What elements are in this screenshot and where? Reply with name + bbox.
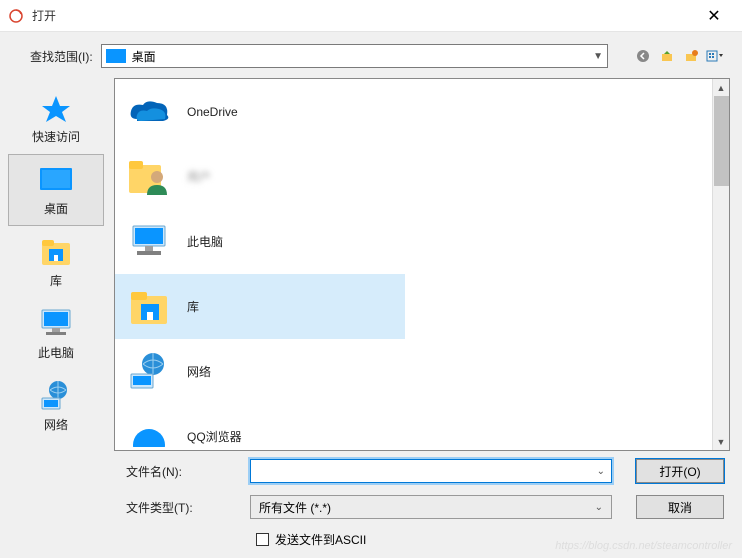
middle-pane: 快速访问 桌面 库 此电脑 网络 — [0, 78, 742, 451]
filename-input[interactable]: ⌄ — [250, 459, 612, 483]
look-in-row: 查找范围(I): 桌面 ▼ — [0, 32, 742, 78]
filename-label: 文件名(N): — [126, 463, 238, 480]
list-item[interactable]: 用户 — [115, 144, 405, 209]
filetype-select[interactable]: 所有文件 (*.*) ⌄ — [250, 495, 612, 519]
qq-browser-icon — [127, 415, 171, 451]
item-label: 用户 — [187, 168, 211, 185]
place-label: 桌面 — [44, 200, 68, 217]
new-folder-icon[interactable] — [682, 47, 700, 65]
place-network[interactable]: 网络 — [8, 370, 104, 442]
app-icon — [8, 8, 24, 24]
place-this-pc[interactable]: 此电脑 — [8, 298, 104, 370]
this-pc-icon — [127, 220, 171, 264]
place-libraries[interactable]: 库 — [8, 226, 104, 298]
cancel-button[interactable]: 取消 — [636, 495, 724, 519]
libraries-icon — [127, 285, 171, 329]
chevron-down-icon: ▼ — [593, 51, 603, 62]
place-quick-access[interactable]: 快速访问 — [8, 82, 104, 154]
places-bar: 快速访问 桌面 库 此电脑 网络 — [0, 78, 112, 451]
close-button[interactable]: ✕ — [694, 1, 734, 31]
file-list: OneDrive 用户 此电脑 库 — [115, 79, 729, 450]
list-item[interactable]: OneDrive — [115, 79, 405, 144]
item-label: 库 — [187, 298, 199, 315]
ascii-checkbox-label: 发送文件到ASCII — [275, 531, 366, 548]
place-label: 库 — [50, 272, 62, 289]
filetype-row: 文件类型(T): 所有文件 (*.*) ⌄ 取消 — [126, 495, 724, 519]
place-label: 此电脑 — [38, 344, 74, 361]
desktop-icon — [106, 49, 126, 63]
filetype-value: 所有文件 (*.*) — [259, 499, 331, 516]
network-icon — [127, 350, 171, 394]
filetype-label: 文件类型(T): — [126, 499, 238, 516]
ascii-checkbox[interactable] — [256, 533, 269, 546]
view-menu-icon[interactable] — [706, 47, 724, 65]
item-label: 网络 — [187, 363, 211, 380]
file-list-area: OneDrive 用户 此电脑 库 — [114, 78, 730, 451]
look-in-combo[interactable]: 桌面 ▼ — [101, 44, 608, 68]
up-icon[interactable] — [658, 47, 676, 65]
list-item[interactable]: 网络 — [115, 339, 405, 404]
filename-row: 文件名(N): ⌄ 打开(O) — [126, 459, 724, 483]
quick-access-icon — [38, 92, 74, 124]
back-icon[interactable] — [634, 47, 652, 65]
item-label: 此电脑 — [187, 233, 223, 250]
chevron-down-icon[interactable]: ⌄ — [597, 466, 605, 477]
look-in-value: 桌面 — [132, 48, 587, 65]
ascii-checkbox-row: 发送文件到ASCII — [256, 531, 724, 548]
list-item[interactable]: 此电脑 — [115, 209, 405, 274]
scroll-thumb[interactable] — [714, 96, 729, 186]
this-pc-icon — [38, 308, 74, 340]
bottom-panel: 文件名(N): ⌄ 打开(O) 文件类型(T): 所有文件 (*.*) ⌄ 取消… — [0, 451, 742, 558]
title-bar: 打开 ✕ — [0, 0, 742, 32]
list-item[interactable]: 库 — [115, 274, 405, 339]
desktop-icon — [38, 164, 74, 196]
window-title: 打开 — [32, 7, 694, 24]
nav-toolbar — [634, 47, 724, 65]
chevron-down-icon[interactable]: ⌄ — [595, 502, 603, 513]
scroll-up-icon[interactable]: ▲ — [713, 79, 729, 96]
place-label: 快速访问 — [32, 128, 80, 145]
list-item[interactable]: QQ浏览器 — [115, 404, 405, 450]
look-in-label: 查找范围(I): — [30, 48, 93, 65]
place-desktop[interactable]: 桌面 — [8, 154, 104, 226]
libraries-icon — [38, 236, 74, 268]
item-label: OneDrive — [187, 105, 238, 119]
onedrive-icon — [127, 90, 171, 134]
scrollbar[interactable]: ▲ ▼ — [712, 79, 729, 450]
item-label: QQ浏览器 — [187, 428, 242, 445]
dialog-body: 查找范围(I): 桌面 ▼ 快速访问 桌面 库 — [0, 32, 742, 558]
place-label: 网络 — [44, 416, 68, 433]
open-button[interactable]: 打开(O) — [636, 459, 724, 483]
scroll-down-icon[interactable]: ▼ — [713, 433, 729, 450]
user-folder-icon — [127, 155, 171, 199]
network-icon — [38, 380, 74, 412]
